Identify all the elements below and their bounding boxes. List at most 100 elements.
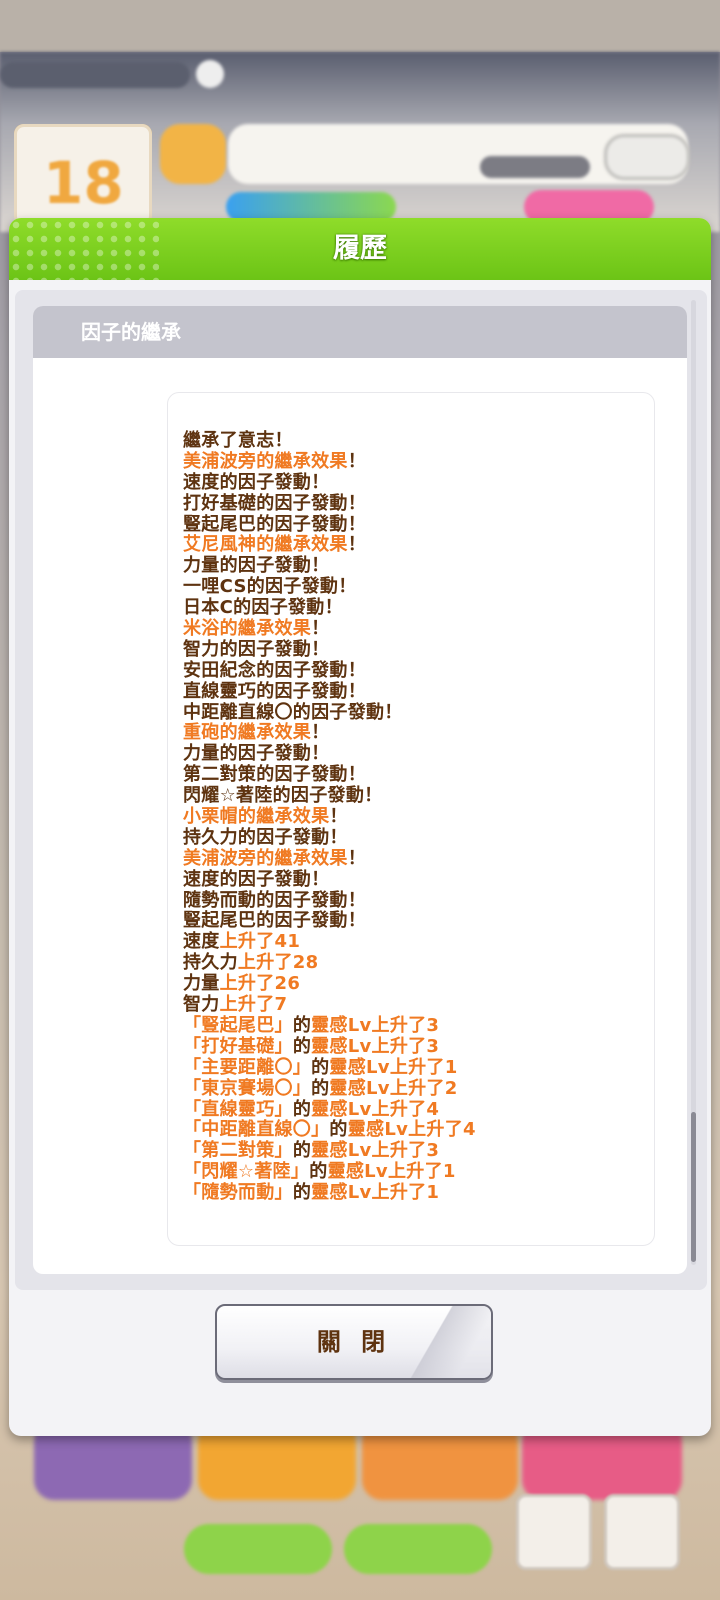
log-line: 「中距離直線〇」的靈感Lv上升了4 [183, 1119, 653, 1141]
log-highlight-text: 靈感Lv上升了3 [311, 1014, 440, 1036]
log-highlight-text: 靈感Lv上升了1 [327, 1161, 456, 1183]
log-line: 美浦波旁的繼承效果！ [183, 450, 653, 473]
log-highlight-text: 小栗帽的繼承效果 [183, 806, 330, 828]
log-highlight-text: 美浦波旁的繼承效果 [183, 450, 348, 472]
background-goal-badge [160, 124, 226, 184]
log-line: 速度的因子發動！ [183, 471, 653, 494]
log-line: 隨勢而動的因子發動！ [183, 889, 653, 912]
section-header: 因子的繼承 [33, 306, 687, 358]
close-button[interactable]: 關 閉 [215, 1304, 493, 1380]
background-skip-button [184, 1524, 332, 1574]
log-text: 的 [292, 1182, 312, 1204]
section-title: 因子的繼承 [81, 320, 181, 344]
log-highlight-text: 靈感Lv上升了1 [329, 1056, 458, 1078]
log-highlight-text: 重砲的繼承效果 [183, 722, 312, 744]
log-line: 「閃耀☆著陸」的靈感Lv上升了1 [183, 1161, 653, 1183]
log-text: 持久力 [183, 952, 238, 974]
background-calendar-day: 18 [43, 149, 124, 217]
log-text: 繼承了意志！ [183, 430, 293, 451]
log-text: ！ [347, 847, 367, 869]
history-dialog: 履歷 因子的繼承 繼承了意志！ 美浦波旁的繼承效果！ 速度的因子發動！ 打好基礎的因子… [9, 218, 711, 1436]
log-line: 「東京賽場〇」的靈感Lv上升了2 [183, 1077, 653, 1100]
background-info-icon [196, 60, 224, 88]
close-button-label: 關 閉 [316, 1328, 392, 1356]
log-text: 的 [292, 1098, 312, 1120]
dialog-title: 履歷 [333, 233, 387, 264]
dialog-header: 履歷 [9, 218, 711, 280]
log-highlight-text: 上升了26 [219, 973, 301, 995]
log-highlight-text: 「主要距離〇」 [183, 1056, 312, 1078]
log-text: 的 [311, 1056, 330, 1078]
log-line: 重砲的繼承效果！ [183, 723, 653, 744]
log-highlight-text: 靈感Lv上升了3 [311, 1035, 440, 1057]
log-text: 力量 [183, 973, 220, 995]
log-text: ！ [311, 618, 330, 640]
log-line: 繼承了意志！ [183, 430, 653, 452]
inheritance-section: 因子的繼承 繼承了意志！ 美浦波旁的繼承效果！ 速度的因子發動！ 打好基礎的因子發動！… [33, 306, 687, 1274]
log-text: 閃耀☆著陸的因子發動！ [183, 785, 383, 807]
background-log-icon [516, 1494, 592, 1570]
log-line: 力量的因子發動！ [183, 555, 653, 577]
log-highlight-text: 「豎起尾巴」 [183, 1014, 293, 1036]
background-detail-button [604, 134, 690, 180]
log-highlight-text: 「打好基礎」 [183, 1035, 293, 1057]
log-highlight-text: 靈感Lv上升了4 [347, 1119, 476, 1141]
log-highlight-text: 靈感Lv上升了4 [311, 1098, 440, 1120]
log-line: 打好基礎的因子發動！ [183, 492, 653, 515]
log-highlight-text: 艾尼風神的繼承效果 [183, 534, 348, 556]
background-name-plate [0, 62, 190, 88]
background-progress [480, 156, 590, 178]
log-highlight-text: 靈感Lv上升了3 [311, 1140, 440, 1162]
log-line: 第二對策的因子發動！ [183, 764, 653, 786]
log-line: 閃耀☆著陸的因子發動！ [183, 785, 653, 807]
log-highlight-text: 「中距離直線〇」 [183, 1119, 330, 1141]
log-text: ！ [329, 806, 348, 828]
log-text: 隨勢而動的因子發動！ [183, 889, 366, 911]
log-text: 豎起尾巴的因子發動！ [183, 910, 366, 932]
log-highlight-text: 「東京賽場〇」 [183, 1077, 312, 1099]
log-line: 日本C的因子發動！ [183, 597, 653, 619]
log-highlight-text: 「直線靈巧」 [183, 1098, 293, 1120]
inheritance-log-box: 繼承了意志！ 美浦波旁的繼承效果！ 速度的因子發動！ 打好基礎的因子發動！ 豎起尾巴的因… [167, 392, 655, 1246]
log-text: 速度的因子發動！ [183, 868, 330, 890]
log-line: 米浴的繼承效果！ [183, 618, 653, 640]
log-line: 安田紀念的因子發動！ [183, 659, 653, 682]
scrollbar-track[interactable] [691, 300, 696, 1265]
log-text: 的 [292, 1140, 312, 1162]
log-line: 豎起尾巴的因子發動！ [183, 514, 653, 536]
log-text: 的 [329, 1119, 348, 1141]
log-line: 智力的因子發動！ [183, 639, 653, 661]
log-line: 力量上升了26 [183, 973, 653, 995]
scrollbar-thumb[interactable] [691, 1112, 696, 1262]
log-text: 力量的因子發動！ [183, 743, 330, 765]
log-line: 美浦波旁的繼承效果！ [183, 847, 653, 870]
log-text: 安田紀念的因子發動！ [183, 659, 366, 681]
log-line: 「第二對策」的靈感Lv上升了3 [183, 1140, 653, 1162]
log-text: 的 [292, 1014, 312, 1036]
log-highlight-text: 靈感Lv上升了2 [329, 1077, 458, 1099]
log-highlight-text: 「閃耀☆著陸」 [183, 1161, 310, 1183]
log-highlight-text: 「隨勢而動」 [183, 1182, 293, 1204]
log-line: 直線靈巧的因子發動！ [183, 681, 653, 703]
log-line: 持久力的因子發動！ [183, 826, 653, 849]
log-text: 智力 [183, 994, 220, 1016]
log-highlight-text: 米浴的繼承效果 [183, 618, 312, 640]
log-line: 一哩CS的因子發動！ [183, 576, 653, 598]
log-highlight-text: 上升了28 [237, 952, 319, 974]
log-text: 速度 [183, 931, 220, 953]
log-text: 速度的因子發動！ [183, 471, 330, 493]
background-menu-icon [604, 1494, 680, 1570]
log-text: 的 [292, 1035, 312, 1057]
log-text: 日本C的因子發動！ [183, 597, 343, 619]
log-line: 小栗帽的繼承效果！ [183, 806, 653, 828]
log-line: 「打好基礎」的靈感Lv上升了3 [183, 1035, 653, 1058]
log-text: 的 [311, 1077, 330, 1099]
log-text: 持久力的因子發動！ [183, 826, 348, 848]
log-text: 第二對策的因子發動！ [183, 764, 366, 786]
log-text: 打好基礎的因子發動！ [183, 492, 366, 514]
log-text: ！ [347, 534, 367, 556]
log-highlight-text: 上升了7 [219, 994, 288, 1016]
log-highlight-text: 靈感Lv上升了1 [311, 1182, 440, 1204]
log-line: 艾尼風神的繼承效果！ [183, 535, 653, 556]
log-highlight-text: 上升了41 [219, 931, 301, 953]
